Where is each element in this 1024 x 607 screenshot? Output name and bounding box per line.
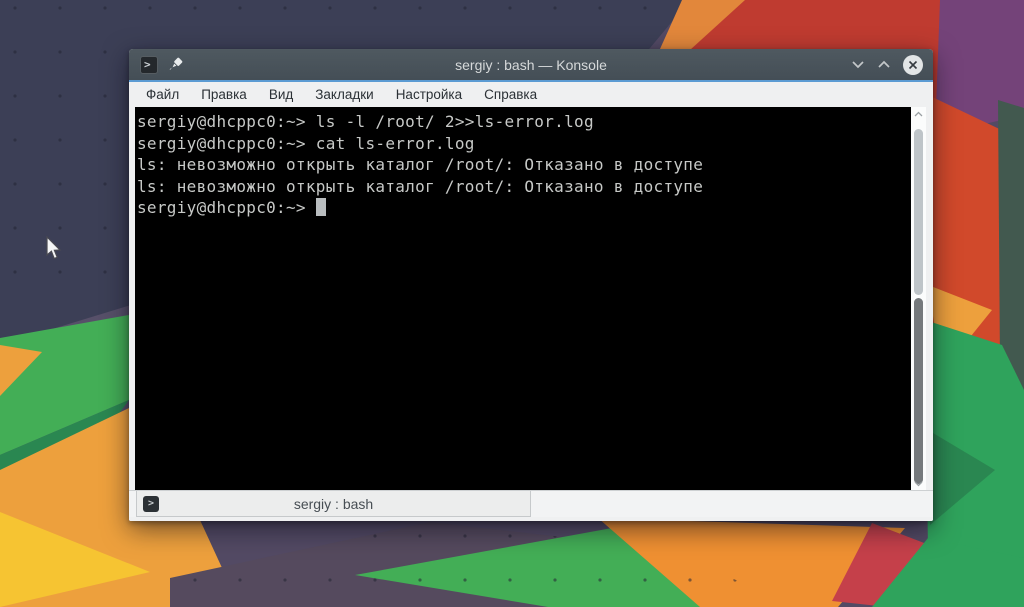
close-icon <box>908 60 918 69</box>
terminal-line: ls: невозможно открыть каталог /root/: О… <box>137 176 704 196</box>
tabbar: > sergiy : bash <box>129 490 933 517</box>
scrollbar-handle[interactable] <box>914 298 923 484</box>
terminal-line: sergiy@dhcppc0:~> cat ls-error.log <box>137 133 475 153</box>
titlebar[interactable]: > sergiy : bash — Konsole <box>129 49 933 80</box>
menu-item[interactable]: Вид <box>258 87 304 102</box>
menu-item[interactable]: Файл <box>135 87 190 102</box>
menu-item[interactable]: Настройка <box>385 87 473 102</box>
konsole-window: > sergiy : bash — Konsole Файл Правка Ви… <box>129 49 933 521</box>
pin-icon[interactable] <box>168 57 183 72</box>
menu-item[interactable]: Закладки <box>304 87 384 102</box>
window-bottom-frame <box>129 517 933 521</box>
menubar: Файл Правка Вид Закладки Настройка Справка <box>129 82 933 107</box>
menu-item[interactable]: Справка <box>473 87 548 102</box>
terminal-line: sergiy@dhcppc0:~> <box>137 197 911 219</box>
window-title: sergiy : bash — Konsole <box>455 56 607 73</box>
terminal-line: sergiy@dhcppc0:~> ls -l /root/ 2>>ls-err… <box>137 112 594 131</box>
scrollbar-upper-segment[interactable] <box>914 129 923 295</box>
maximize-button[interactable] <box>877 60 891 69</box>
close-button[interactable] <box>903 54 923 75</box>
mouse-pointer-icon <box>46 236 62 260</box>
tab-label: sergiy : bash <box>293 495 374 512</box>
tab-sergiy-bash[interactable]: > sergiy : bash <box>136 491 531 517</box>
scroll-up-icon[interactable] <box>914 111 923 117</box>
scrollbar-track[interactable] <box>911 107 926 490</box>
terminal-cursor <box>315 198 326 217</box>
terminal-output[interactable]: sergiy@dhcppc0:~> ls -l /root/ 2>>ls-err… <box>135 107 911 490</box>
terminal-main-area: sergiy@dhcppc0:~> ls -l /root/ 2>>ls-err… <box>129 107 933 490</box>
konsole-app-icon[interactable]: > <box>140 55 158 74</box>
minimize-button[interactable] <box>851 60 865 69</box>
menu-item[interactable]: Правка <box>190 87 258 102</box>
terminal-line: ls: невозможно открыть каталог /root/: О… <box>137 155 704 175</box>
scroll-down-icon[interactable] <box>914 481 923 487</box>
tab-terminal-icon: > <box>143 496 159 512</box>
